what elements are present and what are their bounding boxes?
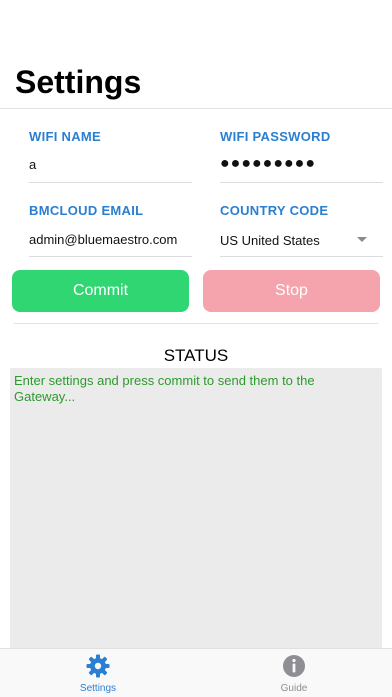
country-code-underline <box>220 256 383 257</box>
page-title: Settings <box>15 64 142 100</box>
title-divider <box>0 108 392 109</box>
country-code-select[interactable]: US United States <box>220 228 383 254</box>
tab-guide[interactable]: Guide <box>244 649 344 697</box>
stop-button[interactable]: Stop <box>203 270 380 312</box>
tab-settings-label: Settings <box>79 683 117 694</box>
status-title: STATUS <box>163 346 229 365</box>
tab-bar: Settings Guide <box>0 648 392 697</box>
bmcloud-email-underline <box>29 256 192 257</box>
bmcloud-email-input[interactable]: admin@bluemaestro.com <box>29 232 194 247</box>
wifi-name-underline <box>29 182 192 183</box>
country-code-value: US United States <box>220 233 320 248</box>
wifi-name-label: WIFI NAME <box>29 129 102 144</box>
wifi-password-input[interactable]: ●●●●●●●●● <box>220 155 380 173</box>
wifi-password-label: WIFI PASSWORD <box>220 129 331 144</box>
wifi-password-underline <box>220 182 383 183</box>
status-message: Enter settings and press commit to send … <box>14 373 315 404</box>
bmcloud-email-label: BMCLOUD EMAIL <box>29 203 144 218</box>
status-log: Enter settings and press commit to send … <box>10 368 382 658</box>
gear-icon <box>86 654 110 678</box>
info-icon <box>283 655 305 677</box>
tab-settings[interactable]: Settings <box>48 649 148 697</box>
country-code-label: COUNTRY CODE <box>220 203 329 218</box>
tab-guide-label: Guide <box>280 683 308 694</box>
buttons-divider <box>14 323 378 324</box>
commit-button[interactable]: Commit <box>12 270 189 312</box>
chevron-down-icon <box>357 237 367 242</box>
wifi-name-input[interactable]: a <box>29 157 189 172</box>
